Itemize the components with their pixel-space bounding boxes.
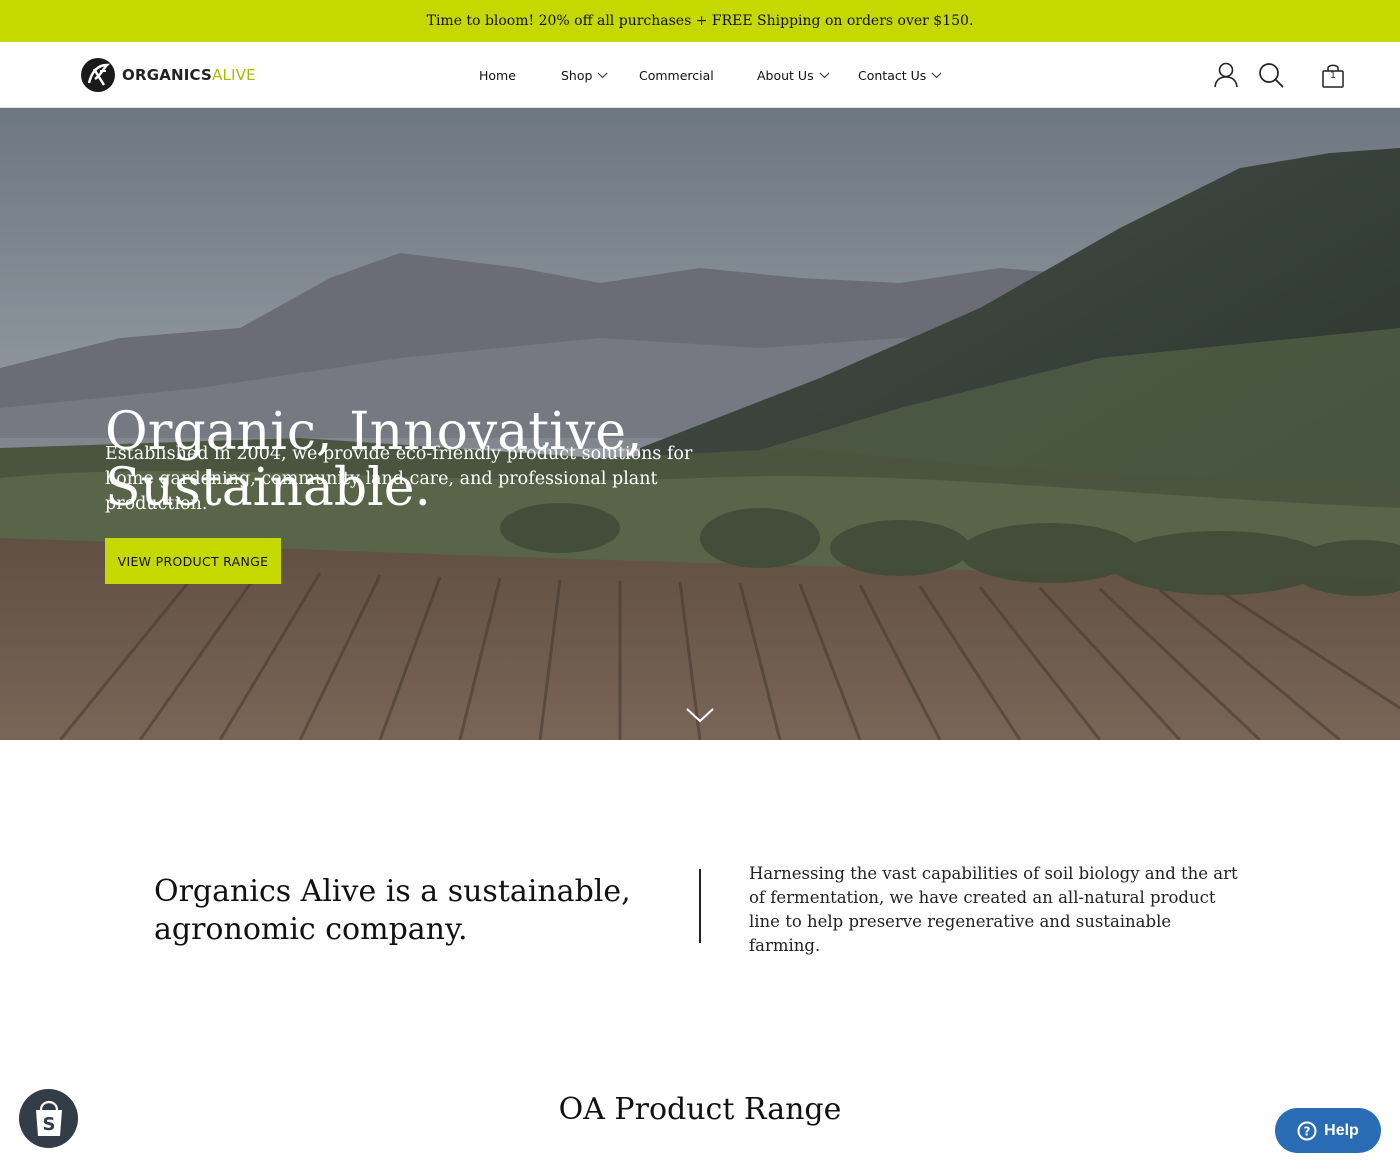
cart-button[interactable]: 1 (1318, 60, 1348, 90)
shopify-chat-button[interactable]: S (19, 1089, 78, 1148)
intro-heading: Organics Alive is a sustainable, agronom… (154, 874, 631, 947)
nav-item-label: Commercial (639, 67, 714, 83)
nav-item-label: Home (479, 67, 516, 83)
shopify-bag-icon: S (35, 1100, 62, 1136)
help-button[interactable]: ? Help (1275, 1108, 1381, 1153)
svg-text:?: ? (1304, 1124, 1311, 1138)
nav-item-home[interactable]: Home (479, 42, 516, 108)
chevron-down-icon (598, 72, 608, 78)
cart-count: 1 (1330, 71, 1336, 81)
nav-item-contact-us[interactable]: Contact Us (858, 42, 942, 108)
hero-subtitle: Established in 2004, we provide eco-frie… (105, 444, 693, 514)
nav-item-commercial[interactable]: Commercial (639, 42, 714, 108)
main-nav: Home Shop Commercial About Us Contact Us (0, 42, 1400, 108)
hero-section: Organic, Innovative, Sustainable. (0, 108, 1400, 740)
view-product-range-button[interactable]: VIEW PRODUCT RANGE (105, 538, 281, 584)
nav-item-about-us[interactable]: About Us (757, 42, 830, 108)
search-icon[interactable] (1256, 60, 1286, 90)
product-range-title: OA Product Range (558, 1092, 842, 1127)
intro-text: Harnessing the vast capabilities of soil… (749, 864, 1238, 955)
chevron-down-icon[interactable] (685, 706, 715, 724)
announcement-text: Time to bloom! 20% off all purchases + F… (426, 13, 974, 29)
nav-item-label: Contact Us (858, 67, 927, 83)
help-label: Help (1324, 1121, 1359, 1139)
site-header: ORGANICSALIVE Home Shop Commercial About… (0, 42, 1400, 108)
question-circle-icon: ? (1297, 1121, 1317, 1140)
announcement-bar: Time to bloom! 20% off all purchases + F… (0, 0, 1400, 42)
user-icon[interactable] (1211, 60, 1241, 90)
nav-item-shop[interactable]: Shop (561, 42, 608, 108)
svg-text:S: S (42, 1114, 55, 1135)
chevron-down-icon (819, 72, 829, 78)
nav-item-label: About Us (757, 67, 814, 83)
chevron-down-icon (931, 72, 942, 78)
intro-divider (699, 869, 701, 943)
nav-item-label: Shop (561, 67, 593, 83)
